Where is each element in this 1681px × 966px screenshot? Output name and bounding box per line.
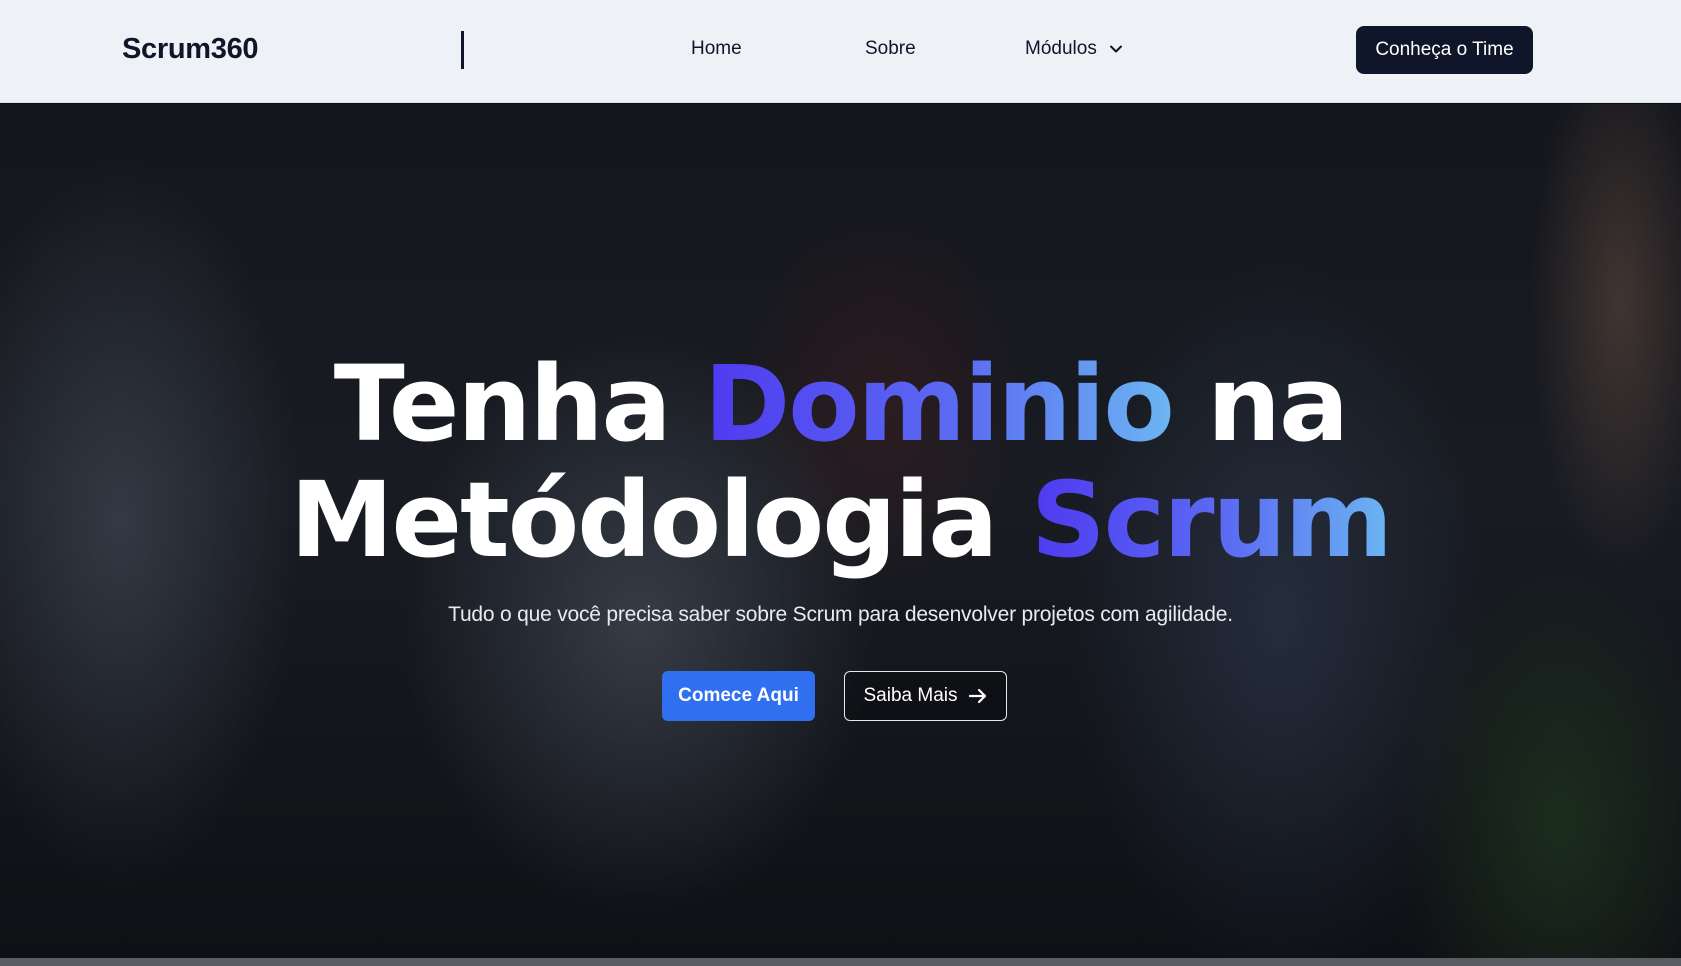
hero-subtitle: Tudo o que você precisa saber sobre Scru… xyxy=(448,603,1233,626)
arrow-right-icon xyxy=(968,688,986,704)
conheca-time-button[interactable]: Conheça o Time xyxy=(1356,26,1533,74)
saiba-mais-button[interactable]: Saiba Mais xyxy=(844,671,1007,721)
comece-aqui-button[interactable]: Comece Aqui xyxy=(662,671,815,721)
title-highlight-scrum: Scrum xyxy=(1030,459,1393,581)
site-header: Scrum360 Home Sobre Módulos Conheça o Ti… xyxy=(0,0,1681,103)
chevron-down-icon xyxy=(1109,45,1122,53)
header-divider xyxy=(461,31,464,69)
nav-modulos-label: Módulos xyxy=(1025,38,1097,59)
logo[interactable]: Scrum360 xyxy=(122,33,259,66)
title-text: na xyxy=(1172,343,1349,465)
saiba-mais-label: Saiba Mais xyxy=(863,685,958,706)
title-highlight-dominio: Dominio xyxy=(703,343,1175,465)
nav-sobre-link[interactable]: Sobre xyxy=(865,38,916,60)
scrollbar-track xyxy=(0,958,1681,966)
title-text: Tenha xyxy=(333,343,704,465)
hero-title: Tenha Dominio na Metódologia Scrum xyxy=(0,346,1681,578)
nav-modulos-dropdown[interactable]: Módulos xyxy=(1025,38,1123,60)
title-text: Metódologia xyxy=(290,459,1031,581)
nav-home-link[interactable]: Home xyxy=(691,38,742,60)
